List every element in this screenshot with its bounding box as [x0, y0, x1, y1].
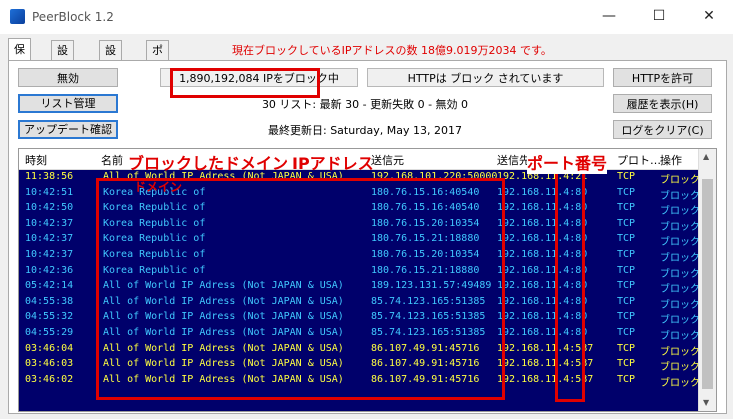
cell-proto: TCP [617, 233, 636, 245]
scroll-up-arrow-icon[interactable]: ▲ [703, 152, 709, 161]
blocked-count-highlight [170, 68, 320, 98]
cell-time: 10:42:36 [25, 264, 74, 276]
cell-action: ブロック [660, 377, 698, 389]
cell-proto: TCP [617, 217, 636, 229]
column-header-name[interactable]: 名前 [101, 152, 123, 168]
cell-proto: TCP [617, 311, 636, 323]
column-header-destination[interactable]: 送信先 [497, 152, 530, 168]
cell-action: ブロック [660, 175, 698, 186]
annotation-blocked-domain: ブロックしたドメイン [128, 154, 289, 173]
show-history-button[interactable]: 履歴を表示(H) [613, 94, 712, 113]
cell-proto: TCP [617, 327, 636, 338]
domain-ip-highlight [96, 178, 505, 400]
cell-proto: TCP [617, 280, 636, 292]
scroll-down-arrow-icon[interactable]: ▼ [703, 398, 709, 407]
cell-time: 04:55:38 [25, 295, 74, 307]
title-bar: PeerBlock 1.2 — ☐ ✕ [0, 0, 733, 34]
cell-proto: TCP [617, 342, 636, 354]
cell-proto: TCP [617, 171, 636, 182]
column-header-protocol[interactable]: プロト… [617, 152, 661, 168]
annotation-ip-address: IPアドレス [292, 154, 374, 173]
port-highlight [555, 170, 585, 402]
cell-time: 10:42:37 [25, 233, 74, 245]
last-update-status: 最終更新日: Saturday, May 13, 2017 [268, 124, 462, 137]
column-header-source[interactable]: 送信元 [371, 152, 404, 168]
cell-proto: TCP [617, 202, 636, 214]
clear-log-button[interactable]: ログをクリア(C) [613, 120, 712, 139]
tab-protection[interactable]: 保護 [8, 38, 31, 77]
window-title: PeerBlock 1.2 [32, 10, 114, 24]
cell-proto: TCP [617, 373, 636, 385]
annotation-domain-small: ドメイン [134, 180, 183, 194]
allow-http-button[interactable]: HTTPを許可 [613, 68, 712, 87]
close-button[interactable]: ✕ [698, 6, 720, 26]
tab-settings-2[interactable]: 設定 2 [99, 40, 122, 95]
check-update-button[interactable]: アップデート確認 [18, 120, 118, 139]
cell-action: ブロック [660, 268, 698, 280]
vertical-scrollbar[interactable]: ▲ ▼ [698, 149, 716, 411]
cell-time: 11:38:56 [25, 171, 74, 182]
blocked-count-notice: 現在ブロックしているIPアドレスの数 18億9.019万2034 です。 [232, 44, 552, 57]
cell-time: 10:42:37 [25, 249, 74, 260]
cell-time: 05:42:14 [25, 280, 74, 292]
list-status: 30 リスト: 最新 30 - 更新失敗 0 - 無効 0 [261, 98, 469, 111]
cell-action: ブロック [660, 253, 698, 264]
cell-time: 04:55:29 [25, 327, 74, 338]
cell-proto: TCP [617, 249, 636, 260]
cell-time: 04:55:32 [25, 311, 74, 323]
cell-action: ブロック [660, 190, 698, 202]
scrollbar-thumb[interactable] [702, 179, 713, 389]
cell-action: ブロック [660, 346, 698, 358]
cell-action: ブロック [660, 284, 698, 296]
cell-action: ブロック [660, 221, 698, 233]
column-header-time[interactable]: 時刻 [25, 152, 47, 168]
column-header-action[interactable]: 操作 [660, 152, 682, 168]
tab-settings-1[interactable]: 設定 1 [51, 40, 74, 95]
cell-time: 10:42:37 [25, 217, 74, 229]
maximize-button[interactable]: ☐ [648, 6, 670, 26]
list-manager-button[interactable]: リスト管理 [18, 94, 118, 113]
cell-action: ブロック [660, 237, 698, 249]
annotation-port-number: ポート番号 [527, 150, 608, 174]
cell-action: ブロック [660, 206, 698, 218]
http-status: HTTPは ブロック されています [367, 68, 604, 87]
peerblock-app-icon [10, 9, 25, 24]
cell-time: 10:42:50 [25, 202, 74, 214]
cell-time: 03:46:02 [25, 373, 74, 385]
cell-proto: TCP [617, 358, 636, 370]
cell-action: ブロック [660, 315, 698, 327]
cell-action: ブロック [660, 362, 698, 374]
cell-action: ブロック [660, 331, 698, 342]
cell-time: 03:46:04 [25, 342, 74, 354]
cell-action: ブロック [660, 299, 698, 311]
minimize-button[interactable]: — [598, 6, 620, 26]
tab-port-settings[interactable]: ポートの設定 [146, 40, 169, 152]
disable-button[interactable]: 無効 [18, 68, 118, 87]
cell-time: 10:42:51 [25, 186, 74, 198]
cell-time: 03:46:03 [25, 358, 74, 370]
cell-proto: TCP [617, 295, 636, 307]
cell-proto: TCP [617, 264, 636, 276]
cell-proto: TCP [617, 186, 636, 198]
